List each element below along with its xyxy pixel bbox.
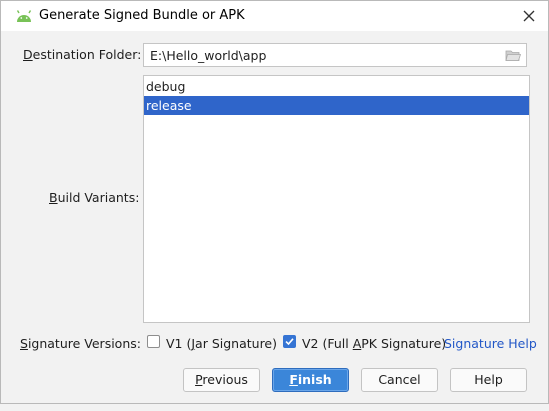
build-variants-list[interactable]: debug release bbox=[143, 75, 530, 323]
close-button[interactable] bbox=[516, 5, 542, 27]
finish-button[interactable]: Finish bbox=[272, 368, 349, 392]
close-icon[interactable] bbox=[523, 10, 535, 22]
destination-folder-value[interactable]: E:\Hello_world\app bbox=[150, 48, 266, 63]
v1-signature-checkbox[interactable] bbox=[147, 335, 160, 348]
v2-signature-label[interactable]: V2 (Full APK Signature) bbox=[302, 336, 446, 351]
destination-folder-label: Destination Folder: bbox=[23, 47, 142, 62]
signature-help-link[interactable]: Signature Help bbox=[444, 336, 537, 351]
variant-item-release[interactable]: release bbox=[144, 96, 529, 115]
build-variants-label: Build Variants: bbox=[49, 190, 140, 205]
previous-button[interactable]: Previous bbox=[183, 368, 260, 392]
dialog-title: Generate Signed Bundle or APK bbox=[39, 8, 245, 23]
dialog-titlebar: Generate Signed Bundle or APK bbox=[1, 1, 548, 31]
generate-signed-apk-dialog: Generate Signed Bundle or APK Destinatio… bbox=[0, 0, 549, 404]
android-icon bbox=[16, 10, 32, 22]
checkmark-icon bbox=[285, 338, 294, 346]
variant-item-debug[interactable]: debug bbox=[144, 77, 529, 96]
v2-signature-checkbox[interactable] bbox=[283, 335, 296, 348]
folder-open-icon[interactable] bbox=[505, 49, 521, 62]
help-button[interactable]: Help bbox=[450, 368, 527, 392]
destination-folder-field[interactable]: E:\Hello_world\app bbox=[143, 43, 527, 67]
signature-versions-label: Signature Versions: bbox=[20, 336, 141, 351]
v1-signature-label[interactable]: V1 (Jar Signature) bbox=[166, 336, 277, 351]
cancel-button[interactable]: Cancel bbox=[361, 368, 438, 392]
